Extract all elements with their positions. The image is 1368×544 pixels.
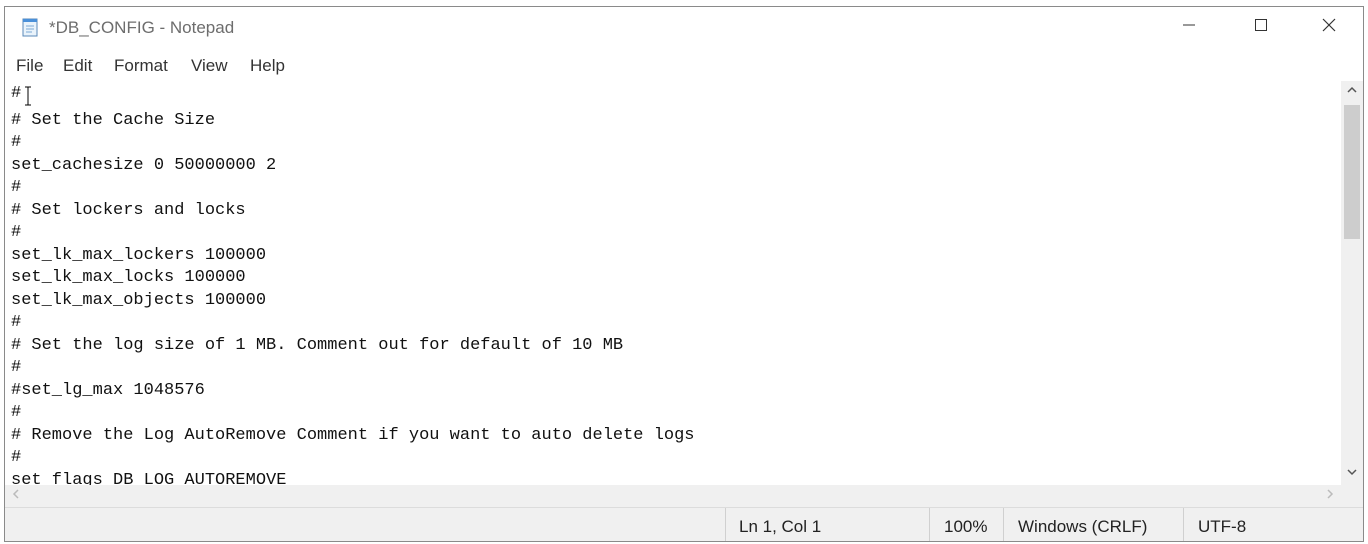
minimize-icon: [1182, 18, 1196, 37]
status-encoding: UTF-8: [1198, 517, 1247, 536]
status-divider: [725, 508, 726, 541]
text-line: #: [11, 178, 22, 197]
status-cursor-position: Ln 1, Col 1: [739, 517, 822, 536]
text-line: # Remove the Log AutoRemove Comment if y…: [11, 426, 695, 445]
status-line-ending: Windows (CRLF): [1018, 517, 1148, 536]
text-editor[interactable]: # # Set the Cache Size # set_cachesize 0…: [5, 81, 1341, 485]
menu-help[interactable]: Help: [250, 56, 285, 76]
text-line: # Set the log size of 1 MB. Comment out …: [11, 336, 624, 355]
status-divider: [1183, 508, 1184, 541]
menu-view[interactable]: View: [191, 56, 228, 76]
text-line: #: [11, 403, 22, 422]
text-cursor-icon: [23, 85, 33, 107]
status-divider: [929, 508, 930, 541]
menu-edit[interactable]: Edit: [63, 56, 92, 76]
notepad-window: *DB_CONFIG - Notepad File Edit Format Vi…: [4, 6, 1364, 542]
title-bar[interactable]: *DB_CONFIG - Notepad: [5, 7, 1363, 47]
scroll-right-button[interactable]: [1319, 485, 1341, 507]
scrollbar-corner: [1341, 485, 1363, 507]
vertical-scroll-thumb[interactable]: [1344, 105, 1360, 239]
scroll-left-button[interactable]: [5, 485, 27, 507]
chevron-down-icon: [1346, 465, 1358, 483]
text-line: #: [11, 358, 22, 377]
vertical-scrollbar[interactable]: [1341, 81, 1363, 485]
status-divider: [1003, 508, 1004, 541]
text-line: # Set lockers and locks: [11, 201, 246, 220]
text-line: set_lk_max_lockers 100000: [11, 246, 267, 265]
text-line: #: [11, 313, 22, 332]
close-button[interactable]: [1295, 7, 1363, 47]
text-line: #: [11, 448, 22, 467]
text-line: #: [11, 84, 22, 103]
text-line: set flags DB LOG AUTOREMOVE: [11, 471, 287, 485]
notepad-icon: [19, 16, 41, 38]
menu-file[interactable]: File: [16, 56, 43, 76]
text-line: set_lk_max_locks 100000: [11, 268, 246, 287]
chevron-left-icon: [10, 487, 22, 505]
status-bar: Ln 1, Col 1 100% Windows (CRLF) UTF-8: [5, 507, 1363, 541]
maximize-button[interactable]: [1227, 7, 1295, 47]
text-line: set_cachesize 0 50000000 2: [11, 156, 277, 175]
maximize-icon: [1254, 18, 1268, 37]
chevron-right-icon: [1324, 487, 1336, 505]
text-line: #set_lg_max 1048576: [11, 381, 205, 400]
text-line: #: [11, 133, 22, 152]
menu-bar: File Edit Format View Help: [5, 47, 1363, 81]
minimize-button[interactable]: [1155, 7, 1223, 47]
text-line: #: [11, 223, 22, 242]
window-title: *DB_CONFIG - Notepad: [49, 18, 235, 37]
text-line: # Set the Cache Size: [11, 111, 216, 130]
scroll-down-button[interactable]: [1341, 463, 1363, 485]
scroll-up-button[interactable]: [1341, 81, 1363, 103]
status-zoom: 100%: [944, 517, 988, 536]
horizontal-scrollbar[interactable]: [5, 485, 1341, 507]
menu-format[interactable]: Format: [114, 56, 168, 76]
text-line: set_lk_max_objects 100000: [11, 291, 267, 310]
chevron-up-icon: [1346, 83, 1358, 101]
close-icon: [1321, 17, 1337, 38]
